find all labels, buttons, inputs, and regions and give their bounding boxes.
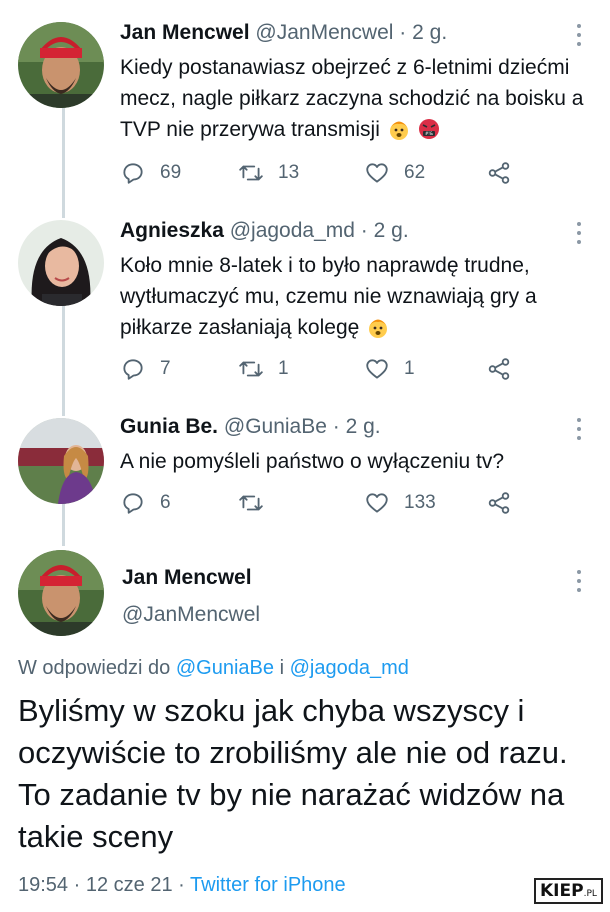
like-count: 1 bbox=[404, 358, 415, 379]
separator: · bbox=[332, 415, 340, 438]
avatar[interactable] bbox=[18, 418, 104, 504]
thread-line bbox=[62, 306, 65, 416]
author-handle[interactable]: @JanMencwel bbox=[122, 603, 260, 627]
tweet-text: Kiedy postanawiasz obejrzeć z 6-letnimi … bbox=[120, 52, 590, 145]
retweet-icon bbox=[239, 495, 263, 511]
reply-count: 7 bbox=[160, 358, 171, 379]
share-icon bbox=[488, 162, 510, 184]
watermark-text: KIEP bbox=[540, 881, 584, 901]
author-name[interactable]: Agnieszka bbox=[120, 219, 224, 242]
reply-count: 6 bbox=[160, 492, 171, 513]
reply-conjunction: i bbox=[279, 657, 285, 679]
tweet-text-content: Kiedy postanawiasz obejrzeć z 6-letnimi … bbox=[120, 56, 584, 141]
author-handle[interactable]: @JanMencwel bbox=[255, 21, 393, 44]
thread-line bbox=[62, 108, 65, 218]
share-button[interactable] bbox=[486, 490, 512, 516]
retweet-count: 13 bbox=[278, 162, 300, 183]
separator: · bbox=[73, 874, 81, 896]
reply-icon bbox=[123, 163, 143, 184]
more-options-icon[interactable] bbox=[572, 24, 586, 46]
avatar[interactable] bbox=[18, 220, 104, 306]
svg-text:#!&: #!& bbox=[425, 131, 433, 136]
mention-link[interactable]: @jagoda_md bbox=[290, 657, 409, 679]
heart-icon bbox=[366, 359, 388, 379]
author-handle[interactable]: @GuniaBe bbox=[224, 415, 327, 438]
retweet-button[interactable]: 13 bbox=[238, 160, 299, 186]
avatar[interactable] bbox=[18, 22, 104, 108]
avatar[interactable] bbox=[18, 550, 104, 636]
heart-icon bbox=[366, 493, 388, 513]
thread-line bbox=[62, 504, 65, 546]
watermark-suffix: .PL bbox=[583, 889, 597, 899]
tweet-header: Jan Mencwel @JanMencwel · 2 g. bbox=[120, 20, 447, 46]
tweet-date[interactable]: 12 cze 21 bbox=[86, 874, 173, 896]
tweet-header: Agnieszka @jagoda_md · 2 g. bbox=[120, 218, 409, 244]
tweet-text-content: Koło mnie 8-latek i to było naprawdę tru… bbox=[120, 254, 537, 339]
separator: · bbox=[360, 219, 368, 242]
reply-prefix: W odpowiedzi do bbox=[18, 657, 171, 679]
tweet-text-content: A nie pomyśleli państwo o wyłączeniu tv? bbox=[120, 450, 505, 473]
author-handle[interactable]: @jagoda_md bbox=[230, 219, 355, 242]
share-icon bbox=[488, 358, 510, 380]
author-name[interactable]: Gunia Be. bbox=[120, 415, 218, 438]
reply-icon bbox=[123, 493, 143, 514]
reply-button[interactable]: 69 bbox=[120, 160, 181, 186]
like-button[interactable]: 133 bbox=[364, 490, 436, 516]
tweet-text: Koło mnie 8-latek i to było naprawdę tru… bbox=[120, 250, 590, 343]
like-button[interactable]: 62 bbox=[364, 160, 425, 186]
reply-button[interactable]: 6 bbox=[120, 490, 171, 516]
author-name[interactable]: Jan Mencwel bbox=[120, 21, 250, 44]
retweet-icon bbox=[239, 165, 263, 181]
exploding-head-emoji bbox=[389, 121, 408, 140]
tweet-time[interactable]: 2 g. bbox=[374, 219, 409, 242]
reply-button[interactable]: 7 bbox=[120, 356, 171, 382]
tweet-actions: 69 13 62 bbox=[120, 160, 530, 186]
more-options-icon[interactable] bbox=[572, 570, 586, 592]
tweet-time[interactable]: 2 g. bbox=[412, 21, 447, 44]
like-button[interactable]: 1 bbox=[364, 356, 415, 382]
tweet-time[interactable]: 19:54 bbox=[18, 874, 68, 896]
exploding-head-emoji bbox=[369, 319, 388, 338]
reply-icon bbox=[123, 359, 143, 380]
separator: · bbox=[399, 21, 407, 44]
tweet-text: A nie pomyśleli państwo o wyłączeniu tv? bbox=[120, 446, 590, 477]
share-button[interactable] bbox=[486, 356, 512, 382]
like-count: 133 bbox=[404, 492, 436, 513]
mention-link[interactable]: @GuniaBe bbox=[176, 657, 274, 679]
watermark-logo: KIEP.PL bbox=[534, 878, 603, 904]
retweet-button[interactable]: 1 bbox=[238, 356, 289, 382]
tweet-time[interactable]: 2 g. bbox=[346, 415, 381, 438]
retweet-button[interactable] bbox=[238, 490, 278, 516]
retweet-count: 1 bbox=[278, 358, 289, 379]
separator: · bbox=[178, 874, 185, 896]
author-name[interactable]: Jan Mencwel bbox=[122, 566, 252, 590]
tweet-header: Gunia Be. @GuniaBe · 2 g. bbox=[120, 414, 381, 440]
main-tweet-text: Byliśmy w szoku jak chyba wszyscy i oczy… bbox=[18, 693, 568, 854]
like-count: 62 bbox=[404, 162, 426, 183]
share-icon bbox=[488, 492, 510, 514]
share-button[interactable] bbox=[486, 160, 512, 186]
tweet-actions: 7 1 1 bbox=[120, 356, 530, 382]
tweet-actions: 6 133 bbox=[120, 490, 530, 516]
tweet-meta: 19:54 · 12 cze 21 · Twitter for iPhone bbox=[18, 874, 346, 897]
more-options-icon[interactable] bbox=[572, 222, 586, 244]
retweet-icon bbox=[239, 361, 263, 377]
heart-icon bbox=[366, 163, 388, 183]
angry-cursing-face-emoji: #!& bbox=[418, 119, 439, 139]
more-options-icon[interactable] bbox=[572, 418, 586, 440]
tweet-source-link[interactable]: Twitter for iPhone bbox=[190, 874, 346, 896]
reply-context: W odpowiedzi do @GuniaBe i @jagoda_md bbox=[18, 657, 409, 680]
reply-count: 69 bbox=[160, 162, 182, 183]
